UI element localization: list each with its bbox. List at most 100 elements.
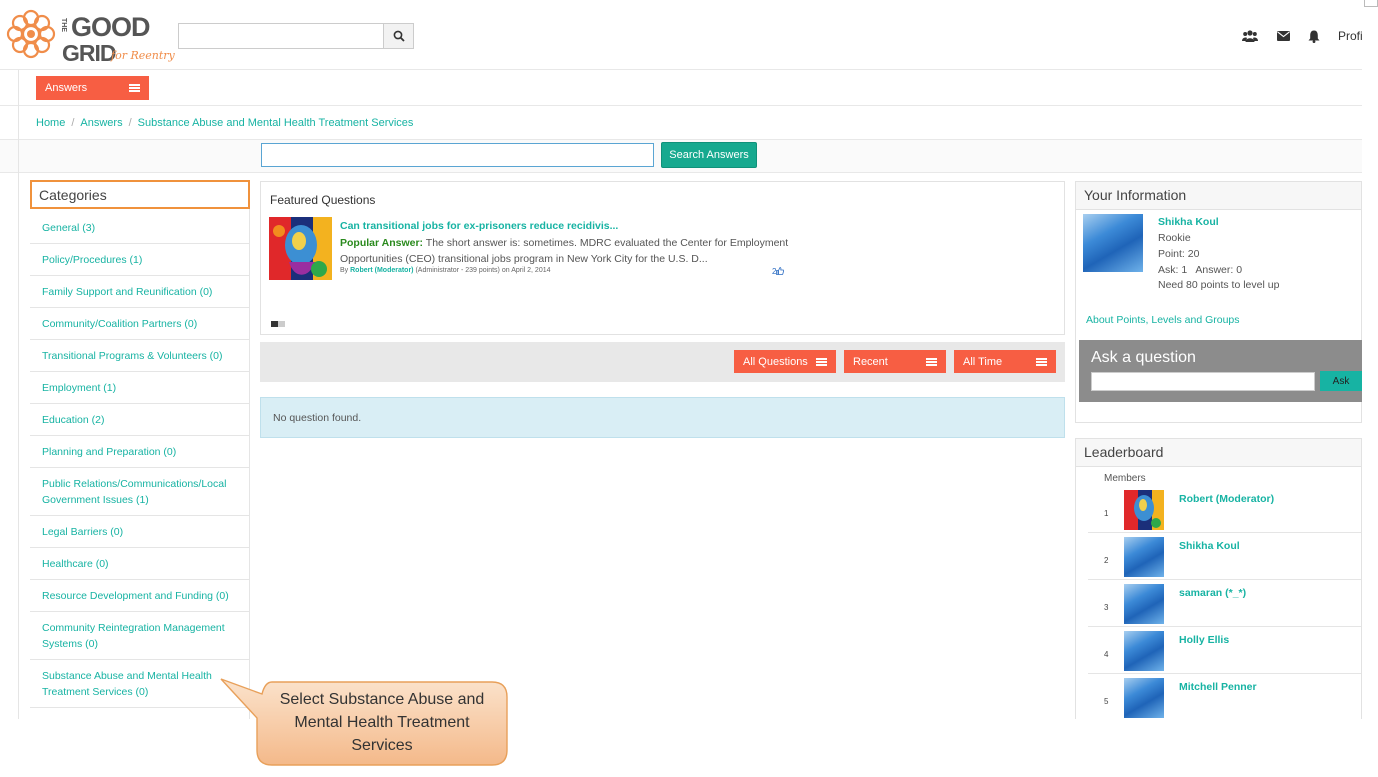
leaderboard-row: 3 samaran (*_*): [1088, 580, 1361, 627]
popular-answer-label: Popular Answer:: [340, 237, 424, 249]
leaderboard-rank: 4: [1104, 650, 1109, 659]
category-item[interactable]: Community Reintegration Management Syste…: [30, 612, 250, 660]
filter-all-time[interactable]: All Time: [954, 350, 1056, 373]
carousel-dot-2[interactable]: [278, 321, 285, 327]
category-item[interactable]: Substance Abuse and Mental Health Treatm…: [30, 660, 250, 708]
category-item[interactable]: Planning and Preparation (0): [30, 436, 250, 468]
featured-title: Featured Questions: [270, 193, 376, 207]
global-search-input[interactable]: [179, 24, 383, 48]
filters-bar: All Questions Recent All Time: [260, 342, 1065, 382]
scrollbar[interactable]: [1362, 0, 1378, 777]
breadcrumb-answers[interactable]: Answers: [80, 117, 122, 129]
leaderboard-avatar[interactable]: [1124, 490, 1164, 530]
section-nav: Answers: [0, 70, 1362, 106]
envelope-icon[interactable]: [1275, 28, 1291, 44]
search-answers-button[interactable]: Search Answers: [661, 142, 757, 168]
user-name-link[interactable]: Shikha Koul: [1158, 216, 1219, 228]
user-ask-answer: Ask: 1 Answer: 0: [1158, 264, 1243, 276]
categories-title: Categories: [30, 180, 250, 209]
featured-meta: By Robert (Moderator) (Administrator - 2…: [340, 267, 551, 274]
category-item[interactable]: Public Relations/Communications/Local Go…: [30, 468, 250, 516]
category-item[interactable]: Healthcare (0): [30, 548, 250, 580]
about-points-link[interactable]: About Points, Levels and Groups: [1086, 314, 1240, 326]
user-level: Rookie: [1158, 232, 1191, 244]
featured-answer: Popular Answer: The short answer is: som…: [340, 235, 790, 267]
breadcrumb-home[interactable]: Home: [36, 117, 65, 129]
ask-button[interactable]: Ask: [1320, 371, 1362, 391]
leaderboard-name-link[interactable]: Shikha Koul: [1179, 540, 1240, 552]
featured-question-link[interactable]: Can transitional jobs for ex-prisoners r…: [340, 220, 618, 232]
left-rule: [18, 70, 19, 106]
leaderboard-name-link[interactable]: Holly Ellis: [1179, 634, 1229, 646]
featured-author-link[interactable]: Robert (Moderator): [350, 267, 413, 274]
answer-search-row: Search Answers: [0, 140, 1362, 173]
leaderboard-name-link[interactable]: Robert (Moderator): [1179, 493, 1274, 505]
breadcrumb-current[interactable]: Substance Abuse and Mental Health Treatm…: [138, 117, 414, 129]
leaderboard-name-link[interactable]: Mitchell Penner: [1179, 681, 1257, 693]
global-search-button[interactable]: [383, 24, 413, 48]
category-item[interactable]: Legal Barriers (0): [30, 516, 250, 548]
leaderboard-avatar[interactable]: [1124, 584, 1164, 624]
category-item[interactable]: Education (2): [30, 404, 250, 436]
leaderboard-title: Leaderboard: [1076, 439, 1361, 467]
category-item[interactable]: General (3): [30, 212, 250, 244]
thumbs-up-icon: [776, 267, 785, 275]
your-information-panel: Your Information Shikha Koul Rookie Poin…: [1075, 181, 1362, 423]
answer-search-input[interactable]: [261, 143, 654, 167]
category-item[interactable]: Family Support and Reunification (0): [30, 276, 250, 308]
leaderboard-name-link[interactable]: samaran (*_*): [1179, 587, 1246, 599]
menu-icon: [816, 357, 827, 366]
menu-icon: [926, 357, 937, 366]
leaderboard-rank: 1: [1104, 509, 1109, 518]
leaderboard-avatar[interactable]: [1124, 678, 1164, 718]
leaderboard-row: 5 Mitchell Penner: [1088, 674, 1361, 719]
callout-text: Select Substance Abuse and Mental Health…: [279, 691, 485, 754]
carousel-dots[interactable]: [271, 321, 291, 327]
leaderboard-rank: 3: [1104, 603, 1109, 612]
categories-list: General (3) Policy/Procedures (1) Family S…: [30, 212, 250, 708]
categories-panel: Categories General (3) Policy/Procedures …: [30, 180, 250, 720]
featured-votes[interactable]: 2: [772, 267, 785, 276]
profile-menu[interactable]: Profi: [1338, 29, 1362, 43]
breadcrumb: Home / Answers / Substance Abuse and Mental …: [0, 106, 1362, 140]
answers-menu-button[interactable]: Answers: [36, 76, 149, 100]
leaderboard-avatar[interactable]: [1124, 537, 1164, 577]
answers-menu-label: Answers: [45, 82, 88, 94]
category-item[interactable]: Resource Development and Funding (0): [30, 580, 250, 612]
leaderboard-row: 2 Shikha Koul: [1088, 533, 1361, 580]
category-item[interactable]: Community/Coalition Partners (0): [30, 308, 250, 340]
logo-good: GOOD: [71, 12, 150, 42]
carousel-dot-1[interactable]: [271, 321, 278, 327]
your-information-title: Your Information: [1076, 182, 1361, 210]
search-icon: [393, 30, 405, 42]
featured-thumbnail[interactable]: [269, 217, 332, 280]
top-header: THE GOOD GRID for Reentry Profi: [0, 0, 1362, 70]
svg-text:GRID: GRID: [62, 40, 116, 64]
filter-all-questions[interactable]: All Questions: [734, 350, 836, 373]
user-points: Point: 20: [1158, 248, 1200, 260]
users-icon[interactable]: [1242, 28, 1258, 44]
category-item[interactable]: Employment (1): [30, 372, 250, 404]
bell-icon[interactable]: [1306, 28, 1322, 44]
good-grid-logo[interactable]: THE GOOD GRID for Reentry: [4, 4, 176, 66]
page-bottom: [0, 719, 1362, 777]
empty-message: No question found.: [260, 397, 1065, 438]
svg-text:for Reentry: for Reentry: [110, 49, 176, 62]
user-avatar[interactable]: [1083, 214, 1143, 272]
leaderboard-panel: Leaderboard Members 1 Robert (Moderator) 2…: [1075, 438, 1362, 719]
filter-recent[interactable]: Recent: [844, 350, 946, 373]
menu-icon: [129, 84, 140, 92]
ask-question-box: Ask a question Ask: [1079, 340, 1362, 402]
category-item[interactable]: Transitional Programs & Volunteers (0): [30, 340, 250, 372]
leaderboard-avatar[interactable]: [1124, 631, 1164, 671]
user-next-level: Need 80 points to level up: [1158, 279, 1280, 291]
leaderboard-row: 4 Holly Ellis: [1088, 627, 1361, 674]
global-search[interactable]: [178, 23, 414, 49]
ask-title: Ask a question: [1091, 349, 1196, 366]
category-item[interactable]: Policy/Procedures (1): [30, 244, 250, 276]
leaderboard-rank: 5: [1104, 697, 1109, 706]
menu-icon: [1036, 357, 1047, 366]
leaderboard-rank: 2: [1104, 556, 1109, 565]
leaderboard-members-label: Members: [1104, 473, 1146, 484]
ask-question-input[interactable]: [1091, 372, 1315, 391]
